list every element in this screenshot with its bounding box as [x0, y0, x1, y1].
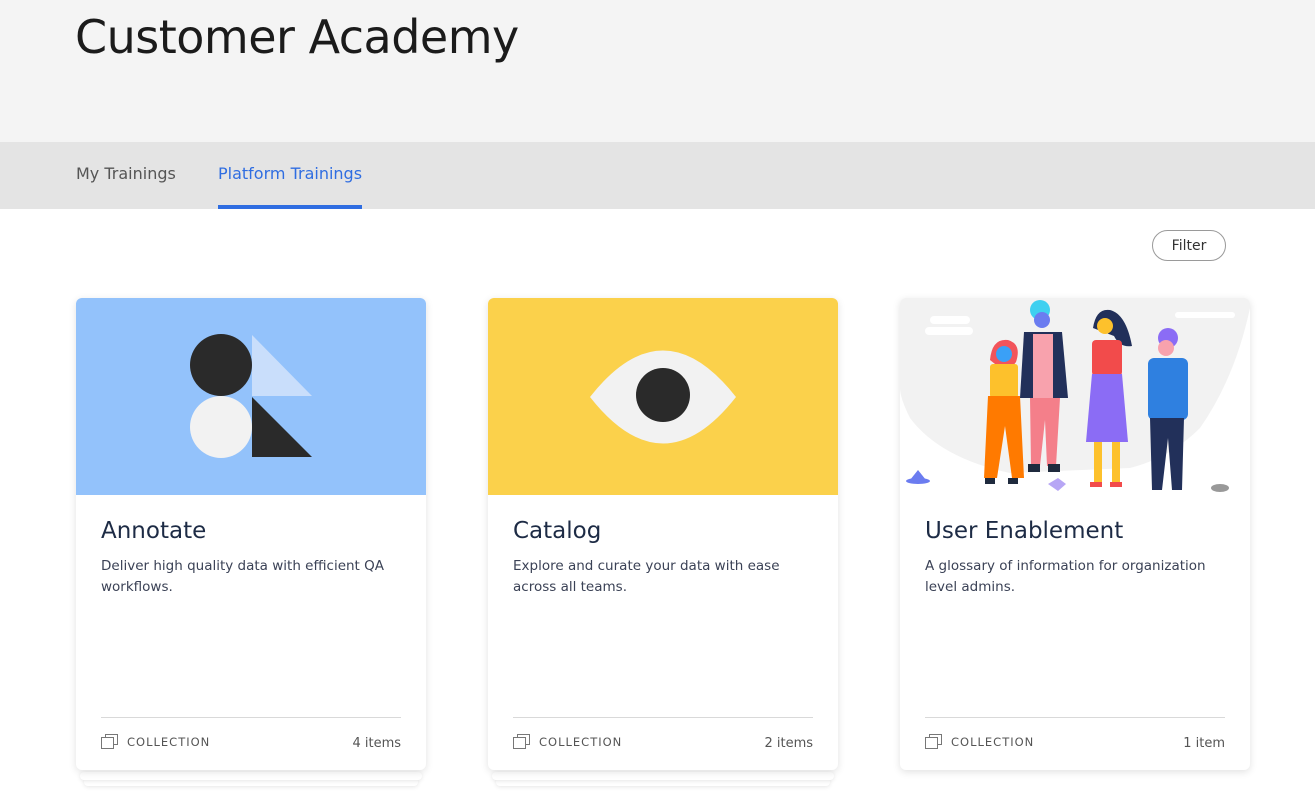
annotate-shapes-illustration — [76, 298, 426, 495]
item-count: 4 items — [352, 736, 401, 751]
page-header: Customer Academy — [0, 0, 1315, 142]
collection-card-stack: Annotate Deliver high quality data with … — [76, 298, 426, 788]
stack-layer — [492, 772, 834, 780]
stack-layer — [80, 772, 422, 780]
people-group-illustration — [900, 298, 1250, 495]
divider — [925, 717, 1225, 718]
item-count: 2 items — [764, 736, 813, 751]
card-description: A glossary of information for organizati… — [925, 558, 1206, 595]
divider — [101, 717, 401, 718]
collection-label: COLLECTION — [539, 735, 623, 749]
card-title: Catalog — [513, 518, 602, 544]
item-count: 1 item — [1183, 736, 1225, 751]
collection-card-catalog[interactable]: Catalog Explore and curate your data wit… — [488, 298, 838, 770]
collection-card-user-enablement[interactable]: User Enablement A glossary of informatio… — [900, 298, 1250, 770]
divider — [513, 717, 813, 718]
card-footer: COLLECTION 1 item — [925, 732, 1225, 754]
collection-card-annotate[interactable]: Annotate Deliver high quality data with … — [76, 298, 426, 770]
collection-card-stack: Catalog Explore and curate your data wit… — [488, 298, 838, 788]
card-footer: COLLECTION 2 items — [513, 732, 813, 754]
card-title: User Enablement — [925, 518, 1124, 544]
card-title: Annotate — [101, 518, 207, 544]
collection-icon — [925, 734, 942, 749]
tab-my-trainings[interactable]: My Trainings — [76, 164, 176, 209]
tab-bar: My Trainings Platform Trainings — [0, 142, 1315, 209]
collection-label: COLLECTION — [951, 735, 1035, 749]
card-description: Explore and curate your data with ease a… — [513, 558, 780, 595]
page-title: Customer Academy — [75, 10, 519, 64]
collection-icon — [101, 734, 118, 749]
tab-platform-trainings[interactable]: Platform Trainings — [218, 164, 363, 209]
filter-button[interactable]: Filter — [1152, 230, 1226, 261]
collection-icon — [513, 734, 530, 749]
collection-card-stack: User Enablement A glossary of informatio… — [900, 298, 1250, 788]
collection-label: COLLECTION — [127, 735, 211, 749]
eye-illustration — [488, 298, 838, 495]
card-footer: COLLECTION 4 items — [101, 732, 401, 754]
card-description: Deliver high quality data with efficient… — [101, 558, 385, 595]
